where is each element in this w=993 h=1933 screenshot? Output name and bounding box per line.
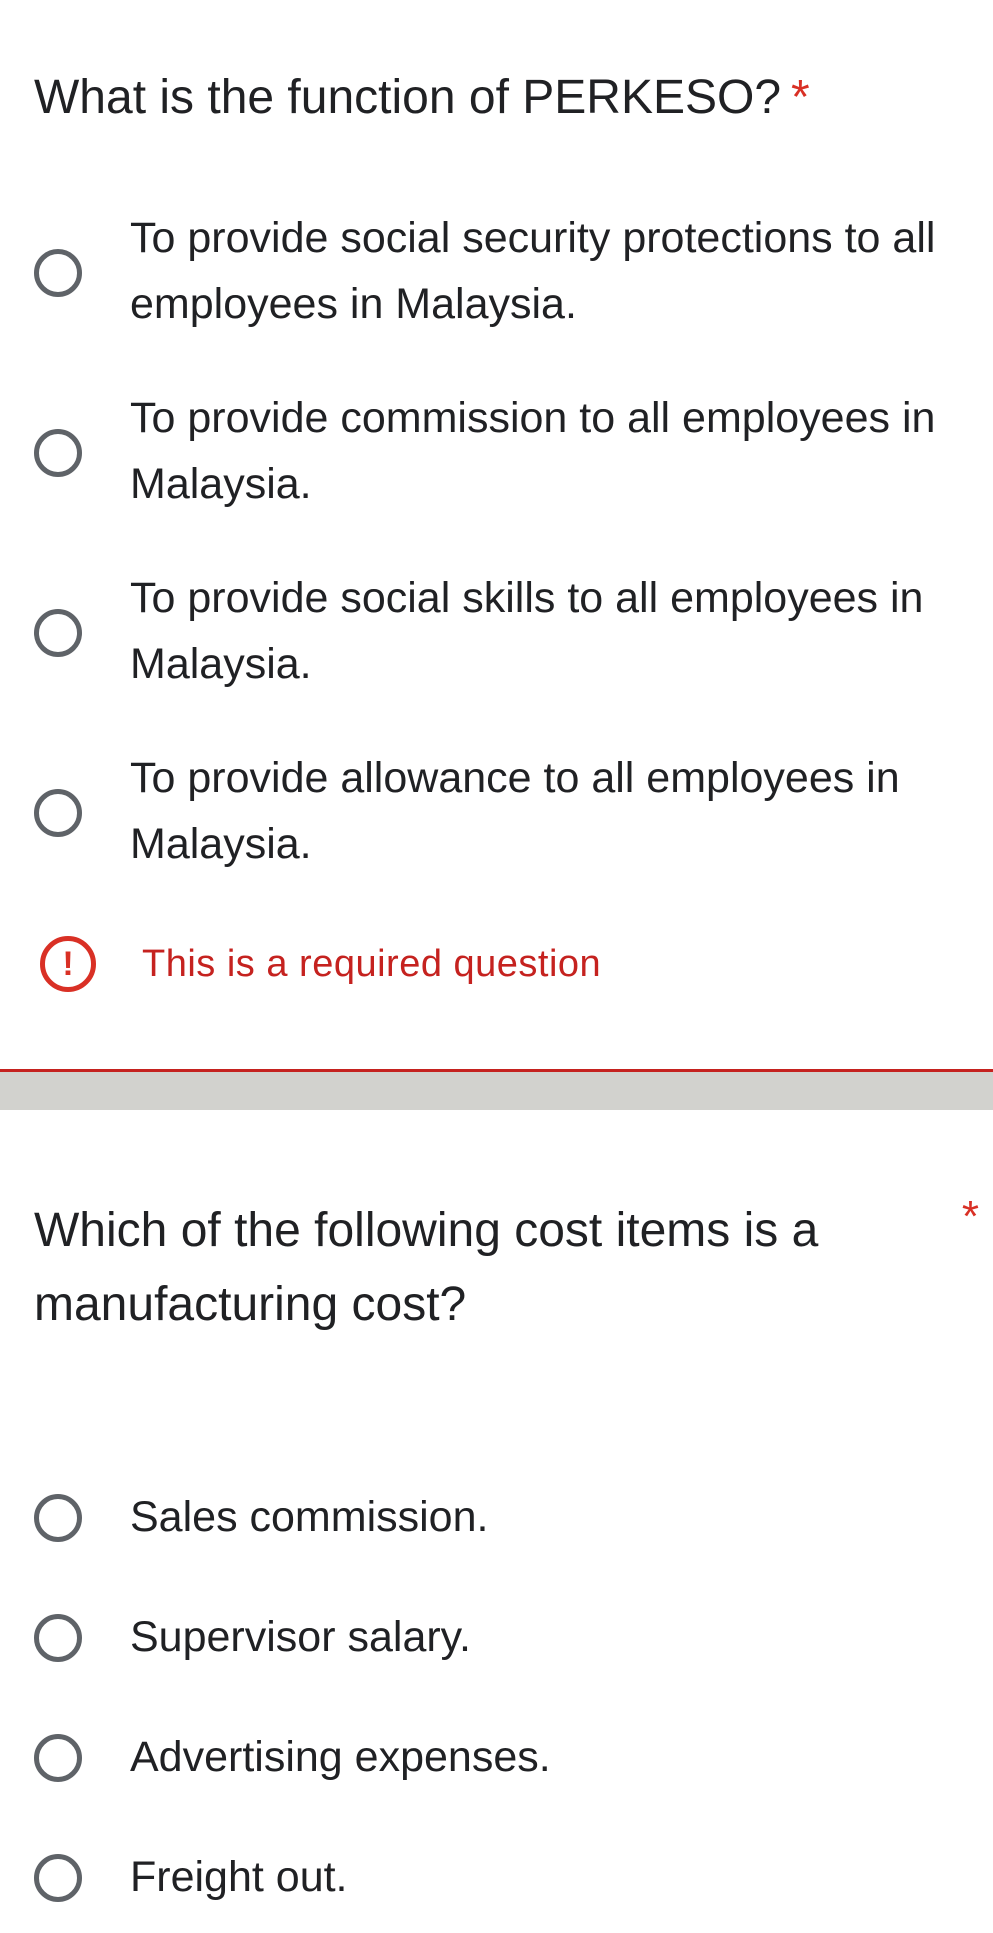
radio-button-unchecked-icon[interactable] xyxy=(34,1734,82,1782)
error-text: This is a required question xyxy=(142,943,602,985)
radio-option[interactable]: Advertising expenses. xyxy=(0,1703,993,1813)
radio-option[interactable]: To provide social skills to all employee… xyxy=(0,565,993,715)
required-asterisk: * xyxy=(961,1192,979,1241)
radio-option-label[interactable]: Freight out. xyxy=(130,1845,953,1909)
radio-button-unchecked-icon[interactable] xyxy=(34,429,82,477)
radio-button-unchecked-icon[interactable] xyxy=(34,1614,82,1662)
radio-option-label[interactable]: To provide allowance to all employees in… xyxy=(130,745,953,877)
radio-option-label[interactable]: Supervisor salary. xyxy=(130,1605,953,1669)
radio-button-unchecked-icon[interactable] xyxy=(34,1494,82,1542)
required-asterisk: * xyxy=(791,71,810,124)
radio-button-unchecked-icon[interactable] xyxy=(34,609,82,657)
exclamation-circle-icon: ! xyxy=(40,936,96,992)
radio-option[interactable]: Freight out. xyxy=(0,1823,993,1933)
radio-option[interactable]: To provide allowance to all employees in… xyxy=(0,745,993,895)
radio-option-label[interactable]: Sales commission. xyxy=(130,1485,953,1549)
radio-option-label[interactable]: To provide commission to all employees i… xyxy=(130,385,953,517)
question-card-perkeso: What is the function of PERKESO? * To pro… xyxy=(0,0,993,1072)
question-title: Which of the following cost items is a m… xyxy=(34,1204,819,1331)
radio-button-unchecked-icon[interactable] xyxy=(34,249,82,297)
question-title: What is the function of PERKESO? * xyxy=(34,66,810,130)
radio-option[interactable]: Supervisor salary. xyxy=(0,1583,993,1693)
question-card-manufacturing-cost: Which of the following cost items is a m… xyxy=(0,1110,993,1905)
radio-option-label[interactable]: To provide social skills to all employee… xyxy=(130,565,953,697)
radio-button-unchecked-icon[interactable] xyxy=(34,789,82,837)
radio-option[interactable]: To provide commission to all employees i… xyxy=(0,385,993,535)
question-title-text: What is the function of PERKESO? xyxy=(34,71,782,124)
radio-option[interactable]: Sales commission. xyxy=(0,1463,993,1573)
required-error-message: ! This is a required question xyxy=(0,930,993,996)
section-separator xyxy=(0,1072,993,1110)
radio-option-label[interactable]: Advertising expenses. xyxy=(130,1725,953,1789)
radio-option-label[interactable]: To provide social security protections t… xyxy=(130,205,953,337)
radio-button-unchecked-icon[interactable] xyxy=(34,1854,82,1902)
radio-option[interactable]: To provide social security protections t… xyxy=(0,205,993,355)
